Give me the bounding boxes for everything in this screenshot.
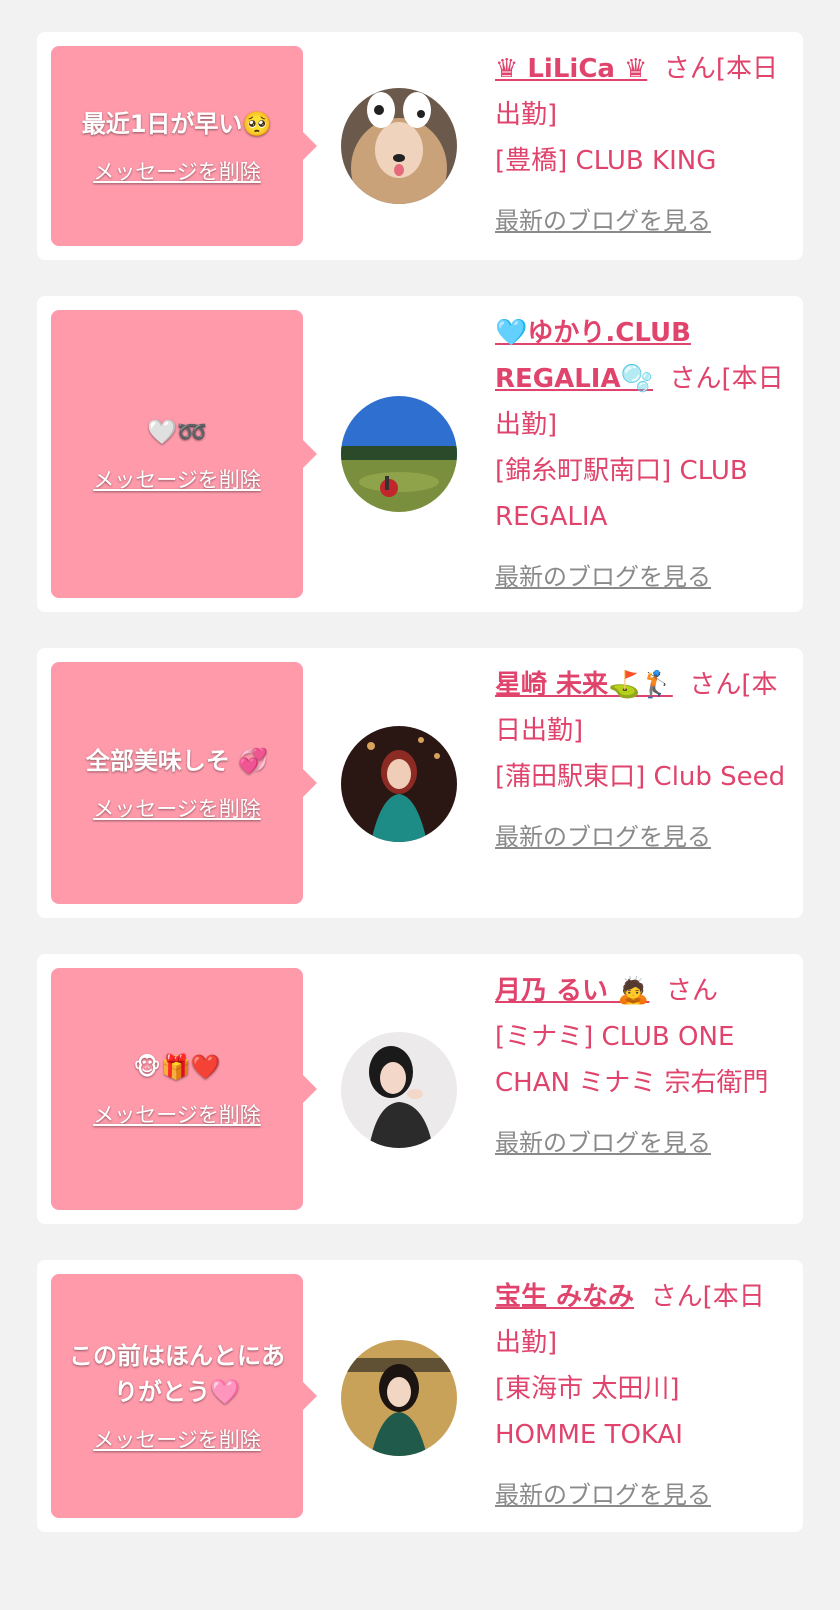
message-bubble: 全部美味しそ 💞 メッセージを削除 [51, 662, 317, 904]
cast-name-link[interactable]: 星崎 未来⛳🏌 [495, 670, 673, 700]
cast-card: この前はほんとにありがとう🩷 メッセージを削除 宝生 みなみ さん[本日出勤] … [37, 1260, 803, 1532]
cast-avatar[interactable] [341, 396, 457, 512]
message-text: 🐵🎁❤️ [133, 1053, 221, 1081]
latest-blog-link[interactable]: 最新のブログを見る [495, 1472, 787, 1518]
message-text: この前はほんとにありがとう🩷 [69, 1342, 285, 1406]
cast-location: [錦糸町駅南口] CLUB REGALIA [495, 456, 748, 532]
delete-message-link[interactable]: メッセージを削除 [93, 1099, 261, 1129]
cast-info: 宝生 みなみ さん[本日出勤] [東海市 太田川] HOMME TOKAI 最新… [495, 1274, 787, 1518]
cast-location: [蒲田駅東口] Club Seed [495, 762, 786, 792]
cast-avatar[interactable] [341, 1032, 457, 1148]
cast-name-link[interactable]: 宝生 みなみ [495, 1282, 634, 1312]
cast-card: 最近1日が早い🥺 メッセージを削除 ♛ LiLiCa ♛ さん[本日出勤] [豊… [37, 32, 803, 260]
message-bubble: 🐵🎁❤️ メッセージを削除 [51, 968, 317, 1210]
cast-name-link[interactable]: 月乃 るい 🙇 [495, 976, 649, 1006]
latest-blog-link[interactable]: 最新のブログを見る [495, 198, 787, 244]
message-text: 🤍➿ [147, 418, 207, 446]
cast-location: [豊橋] CLUB KING [495, 146, 717, 176]
message-text: 最近1日が早い🥺 [81, 110, 273, 138]
message-bubble: 🤍➿ メッセージを削除 [51, 310, 317, 598]
cast-avatar[interactable] [341, 726, 457, 842]
message-text: 全部美味しそ 💞 [85, 747, 269, 775]
latest-blog-link[interactable]: 最新のブログを見る [495, 814, 787, 860]
cast-location: [東海市 太田川] HOMME TOKAI [495, 1374, 683, 1450]
delete-message-link[interactable]: メッセージを削除 [93, 793, 261, 823]
delete-message-link[interactable]: メッセージを削除 [93, 464, 261, 494]
cast-info: 🩵ゆかり.CLUB REGALIA🫧 さん[本日出勤] [錦糸町駅南口] CLU… [495, 310, 787, 600]
cast-card: 全部美味しそ 💞 メッセージを削除 星崎 未来⛳🏌 さん[本日出勤] [蒲田駅東… [37, 648, 803, 918]
message-bubble: この前はほんとにありがとう🩷 メッセージを削除 [51, 1274, 317, 1518]
latest-blog-link[interactable]: 最新のブログを見る [495, 1120, 787, 1166]
cast-card: 🤍➿ メッセージを削除 🩵ゆかり.CLUB REGALIA🫧 さん[本日出勤] … [37, 296, 803, 612]
latest-blog-link[interactable]: 最新のブログを見る [495, 554, 787, 600]
cast-status: さん [666, 976, 719, 1006]
cast-name-link[interactable]: 🩵ゆかり.CLUB REGALIA🫧 [495, 318, 691, 394]
message-bubble: 最近1日が早い🥺 メッセージを削除 [51, 46, 317, 246]
cast-info: 星崎 未来⛳🏌 さん[本日出勤] [蒲田駅東口] Club Seed 最新のブロ… [495, 662, 787, 860]
delete-message-link[interactable]: メッセージを削除 [93, 156, 261, 186]
cast-name-link[interactable]: ♛ LiLiCa ♛ [495, 54, 647, 84]
delete-message-link[interactable]: メッセージを削除 [93, 1424, 261, 1454]
cast-avatar[interactable] [341, 1340, 457, 1456]
cast-avatar[interactable] [341, 88, 457, 204]
cast-location: [ミナミ] CLUB ONE CHAN ミナミ 宗右衛門 [495, 1022, 769, 1098]
cast-info: ♛ LiLiCa ♛ さん[本日出勤] [豊橋] CLUB KING 最新のブロ… [495, 46, 787, 244]
cast-info: 月乃 るい 🙇 さん [ミナミ] CLUB ONE CHAN ミナミ 宗右衛門 … [495, 968, 787, 1166]
cast-card: 🐵🎁❤️ メッセージを削除 月乃 るい 🙇 さん [ミナミ] CLUB ONE … [37, 954, 803, 1224]
